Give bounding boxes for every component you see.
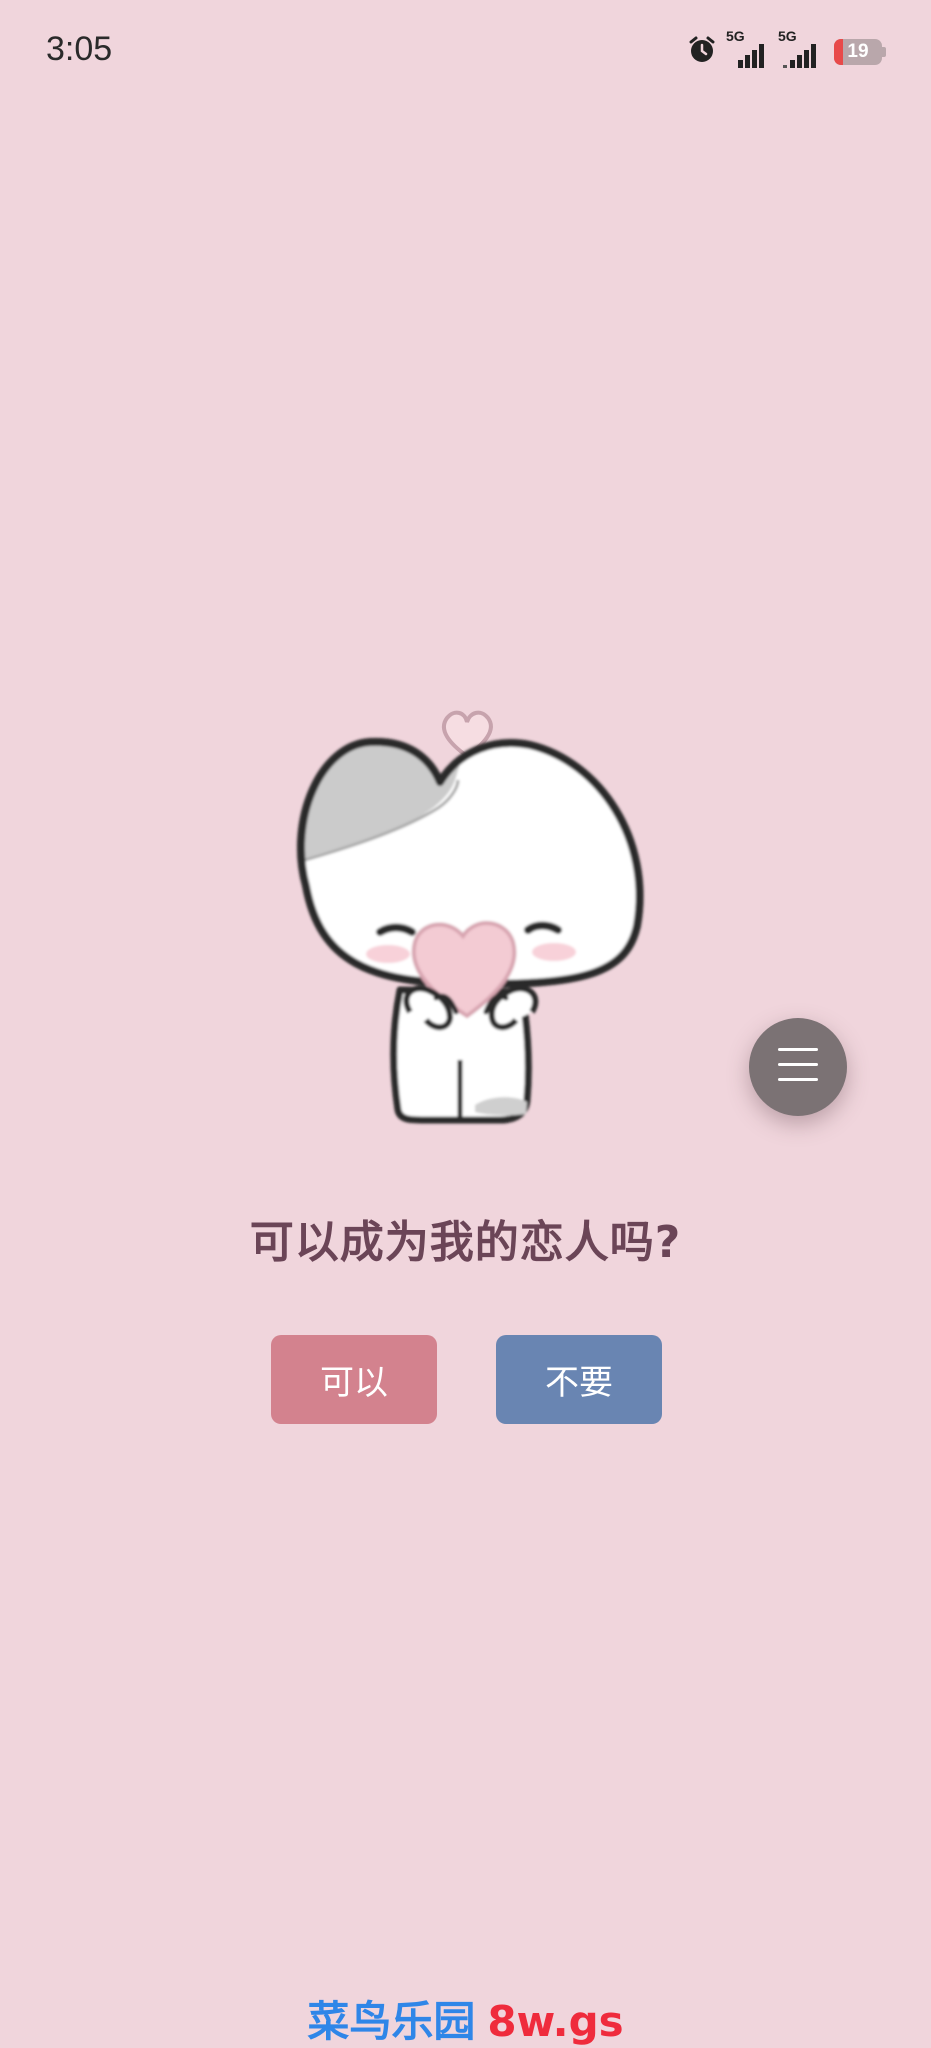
- screen: 3:05 5G 5G 19 可以成为我的恋人吗? 可以 不要 菜鸟乐园 8w.g…: [0, 0, 931, 2048]
- cellular-1: 5G: [726, 28, 770, 72]
- question-text: 可以成为我的恋人吗?: [249, 1217, 682, 1268]
- character-illustration: [280, 700, 660, 1140]
- no-button[interactable]: 不要: [496, 1335, 662, 1424]
- footer-site-name: 菜鸟乐园: [307, 1997, 476, 2046]
- battery-tip: [882, 47, 886, 57]
- floating-menu-button[interactable]: [749, 1018, 847, 1116]
- cellular-2: 5G: [778, 28, 822, 72]
- yes-button[interactable]: 可以: [271, 1335, 437, 1424]
- hamburger-icon: [778, 1048, 818, 1086]
- battery-icon: 19: [834, 39, 882, 65]
- status-time: 3:05: [46, 30, 113, 68]
- footer-domain: 8w.gs: [487, 1997, 624, 2046]
- battery-level: 19: [847, 41, 869, 62]
- alarm-icon: [686, 34, 718, 70]
- status-icons: 5G 5G 19: [686, 28, 886, 74]
- footer-watermark: 菜鸟乐园 8w.gs: [0, 1988, 931, 2048]
